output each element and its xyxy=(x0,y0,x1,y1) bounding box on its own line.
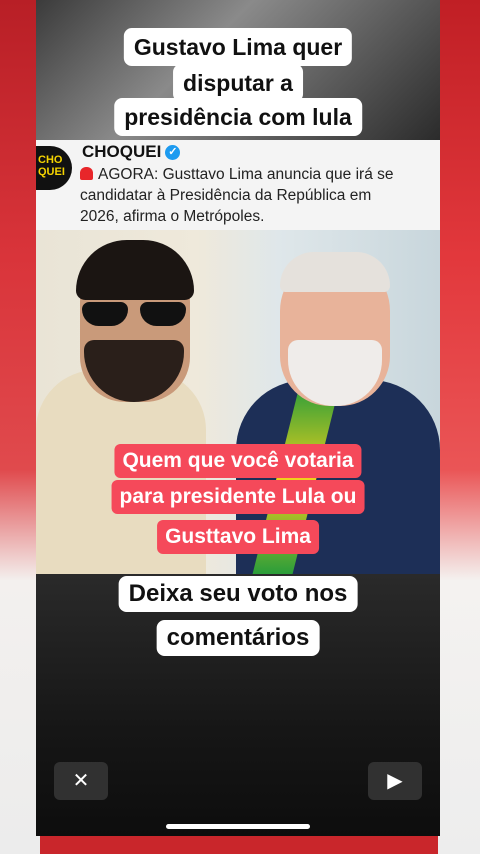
tweet-handle: CHOQUEI ✓ xyxy=(82,142,181,162)
person-left-hair xyxy=(76,240,194,300)
question-line-2: para presidente Lula ou xyxy=(111,480,365,514)
play-button[interactable]: ▶ xyxy=(368,762,422,800)
title-line-3: presidência com lula xyxy=(114,98,362,136)
siren-icon xyxy=(80,167,93,180)
close-button[interactable]: ✕ xyxy=(54,762,108,800)
person-right-hair xyxy=(280,252,390,292)
avatar-text-2: QUEI xyxy=(38,166,65,178)
verified-badge-icon: ✓ xyxy=(165,145,181,161)
home-indicator[interactable] xyxy=(166,824,310,829)
avatar: CHO QUEI xyxy=(36,146,72,190)
title-line-2: disputar a xyxy=(173,64,303,102)
tweet-text: AGORA: Gusttavo Lima anuncia que irá se … xyxy=(80,164,436,227)
background-blur-left xyxy=(0,0,40,854)
question-line-1: Quem que você votaria xyxy=(114,444,362,478)
question-line-3: Gusttavo Lima xyxy=(157,520,319,554)
video-frame: Gustavo Lima quer disputar a presidência… xyxy=(36,0,440,836)
tweet-line-3: 2026, afirma o Metrópoles. xyxy=(80,208,265,225)
handle-text: CHOQUEI xyxy=(82,142,162,161)
tweet-card: CHO QUEI CHOQUEI ✓ AGORA: Gusttavo Lima a… xyxy=(36,140,440,230)
tweet-line-2: candidatar à Presidência da República em xyxy=(80,187,372,204)
play-icon: ▶ xyxy=(387,770,403,792)
avatar-text-1: CHO xyxy=(38,154,63,166)
background-blur-right xyxy=(438,0,480,854)
sunglasses xyxy=(82,302,188,328)
close-icon: ✕ xyxy=(72,770,90,792)
cta-line-2: comentários xyxy=(156,620,320,656)
cta-line-1: Deixa seu voto nos xyxy=(118,576,358,612)
title-line-1: Gustavo Lima quer xyxy=(123,28,353,66)
tweet-line-1: AGORA: Gusttavo Lima anuncia que irá se xyxy=(98,166,394,183)
